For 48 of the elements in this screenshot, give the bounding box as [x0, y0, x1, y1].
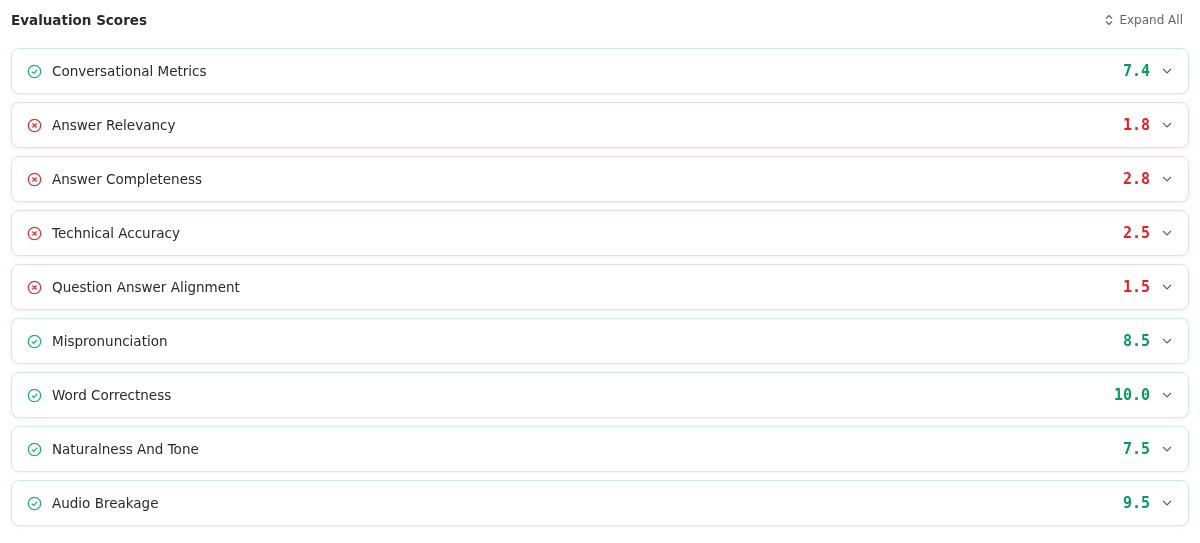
- chevron-down-icon: [1162, 446, 1172, 452]
- section-title: Evaluation Scores: [11, 12, 147, 28]
- score-value: 9.5: [1122, 494, 1150, 512]
- score-row[interactable]: Answer Completeness 2.8: [11, 156, 1189, 202]
- metric-name: Mispronunciation: [52, 333, 169, 349]
- chevron-down-icon: [1162, 68, 1172, 74]
- score-row[interactable]: Audio Breakage 9.5: [11, 480, 1189, 526]
- chevron-down-icon: [1162, 338, 1172, 344]
- score-value: 1.5: [1122, 278, 1150, 296]
- score-row[interactable]: Naturalness And Tone 7.5: [11, 426, 1189, 472]
- check-circle-icon: [27, 387, 42, 403]
- metric-name: Technical Accuracy: [52, 225, 181, 241]
- expand-all-button[interactable]: Expand All: [1105, 13, 1183, 27]
- chevron-down-icon: [1162, 500, 1172, 506]
- x-circle-icon: [27, 117, 42, 133]
- score-value: 1.8: [1122, 116, 1150, 134]
- score-value: 7.4: [1122, 62, 1150, 80]
- metric-name: Answer Completeness: [52, 171, 203, 187]
- score-row[interactable]: Answer Relevancy 1.8: [11, 102, 1189, 148]
- score-row[interactable]: Question Answer Alignment 1.5: [11, 264, 1189, 310]
- check-circle-icon: [27, 63, 42, 79]
- chevron-down-icon: [1162, 230, 1172, 236]
- x-circle-icon: [27, 279, 42, 295]
- chevron-down-icon: [1162, 176, 1172, 182]
- check-circle-icon: [27, 333, 42, 349]
- sort-icon: [1105, 14, 1114, 26]
- score-row[interactable]: Mispronunciation 8.5: [11, 318, 1189, 364]
- score-value: 8.5: [1122, 332, 1150, 350]
- score-row[interactable]: Conversational Metrics 7.4: [11, 48, 1189, 94]
- score-value: 7.5: [1122, 440, 1150, 458]
- metric-name: Conversational Metrics: [52, 63, 208, 79]
- score-value: 2.5: [1122, 224, 1150, 242]
- score-value: 2.8: [1122, 170, 1150, 188]
- metric-name: Question Answer Alignment: [52, 279, 241, 295]
- metric-name: Answer Relevancy: [52, 117, 177, 133]
- chevron-down-icon: [1162, 392, 1172, 398]
- check-circle-icon: [27, 495, 42, 511]
- score-row[interactable]: Word Correctness 10.0: [11, 372, 1189, 418]
- metric-name: Naturalness And Tone: [52, 441, 200, 457]
- metric-name: Audio Breakage: [52, 495, 160, 511]
- check-circle-icon: [27, 441, 42, 457]
- metric-name: Word Correctness: [52, 387, 173, 403]
- score-row[interactable]: Technical Accuracy 2.5: [11, 210, 1189, 256]
- score-value: 10.0: [1113, 386, 1150, 404]
- x-circle-icon: [27, 225, 42, 241]
- chevron-down-icon: [1162, 284, 1172, 290]
- chevron-down-icon: [1162, 122, 1172, 128]
- x-circle-icon: [27, 171, 42, 187]
